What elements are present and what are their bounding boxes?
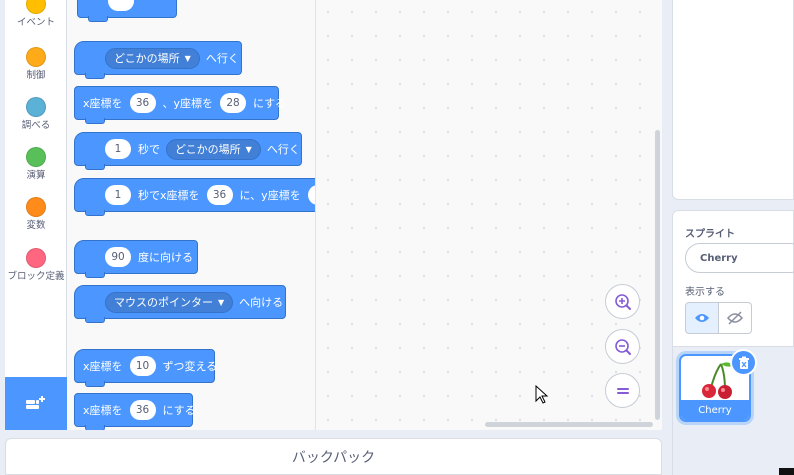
category-events[interactable]: イベント [5,0,67,30]
block-input[interactable] [108,0,134,11]
block-text: 秒でx座標を [138,189,200,202]
block-goto-xy[interactable]: x座標を 36 、y座標を 28 にする [74,86,286,124]
sprite-name-text: Cherry [698,404,732,416]
operators-dot-icon [26,147,46,167]
block-text: にする [162,404,196,417]
zoom-out-icon [614,338,631,355]
block-text: へ向ける [239,296,284,309]
x-input[interactable]: 36 [206,185,233,205]
backpack-header[interactable]: バックパック [5,438,662,475]
sensing-dot-icon [26,97,46,117]
variables-dot-icon [26,197,46,217]
vertical-scrollbar[interactable] [655,130,660,420]
block-text: にする [253,97,287,110]
block-text: ずつ変える [162,360,218,373]
category-label: ブロック定義 [7,271,65,282]
backpack-label: バックパック [291,449,376,466]
sprite-thumbnail-name: Cherry [681,400,749,420]
category-menu: イベント 制御 調べる 演算 変数 ブロック定義 [5,0,67,430]
category-operators[interactable]: 演算 [5,147,67,183]
category-label: イベント [16,17,55,28]
set-x-input[interactable]: 36 [129,400,156,420]
category-sensing[interactable]: 調べる [5,97,67,133]
events-dot-icon [26,0,46,14]
horizontal-scrollbar[interactable] [485,422,653,427]
dropdown-arrow-icon: ▼ [184,53,191,63]
zoom-reset-button[interactable] [605,373,640,408]
block-point-towards[interactable]: マウスのポインター ▼ へ向ける [74,285,286,323]
goto-target-dropdown[interactable]: どこかの場所 ▼ [105,47,200,69]
category-control[interactable]: 制御 [5,47,67,83]
dropdown-value: どこかの場所 [175,143,241,156]
secs-input[interactable]: 1 [105,139,131,159]
add-extension-button[interactable] [5,377,67,430]
block-change-x[interactable]: x座標を 10 ずつ変える [74,349,217,387]
category-label: 演算 [26,170,46,181]
zoom-in-button[interactable] [605,284,640,319]
stage-panel [672,0,794,200]
category-variables[interactable]: 変数 [5,197,67,233]
category-label: 制御 [26,70,46,81]
show-sprite-button[interactable] [685,302,719,334]
block-glide-to[interactable]: 1 秒で どこかの場所 ▼ へ行く [74,132,302,170]
sprite-name-input[interactable]: Cherry [685,243,794,273]
category-label: 変数 [26,220,46,231]
dropdown-value: マウスのポインター [114,296,213,309]
block-text: へ行く [205,52,239,65]
category-my-blocks[interactable]: ブロック定義 [5,248,67,284]
block-goto[interactable]: どこかの場所 ▼ へ行く [74,41,242,79]
y-input[interactable]: 28 [220,93,247,113]
block-text: x座標を [83,97,123,110]
add-extension-icon [26,395,45,409]
change-x-input[interactable]: 10 [129,356,156,376]
hide-sprite-button[interactable] [718,302,752,334]
script-area[interactable] [316,0,662,430]
dropdown-arrow-icon: ▼ [218,297,225,307]
show-label: 表示する [685,287,725,298]
block-text: x座標を [83,360,123,373]
block-text: へ行く [266,143,300,156]
sprite-info-panel: スプライト Cherry 表示する [672,210,794,347]
y-input[interactable]: 2 [307,185,315,205]
block-set-x[interactable]: x座標を 36 にする [74,393,196,430]
zoom-in-icon [614,293,631,310]
block-partial[interactable] [77,0,177,22]
x-input[interactable]: 36 [129,93,156,113]
category-label: 調べる [21,120,51,131]
block-glide-xy[interactable]: 1 秒でx座標を 36 に、y座標を 2 [74,178,315,216]
block-text: に、y座標を [239,189,301,202]
mouse-cursor-icon [535,385,549,404]
block-text: 、y座標を [162,97,214,110]
point-towards-dropdown[interactable]: マウスのポインター ▼ [105,291,234,313]
scratch-editor: イベント 制御 調べる 演算 変数 ブロック定義 どこかの場所 ▼ へ行く x座… [0,0,794,475]
window-edge [779,468,794,475]
sprite-name-value: Cherry [700,252,738,264]
block-point-in-direction[interactable]: 90 度に向ける [74,240,198,278]
control-dot-icon [26,47,46,67]
block-text: 秒で [138,143,160,156]
sprite-info-title: スプライト [685,229,735,240]
dropdown-value: どこかの場所 [114,52,180,65]
eye-slash-icon [727,311,743,325]
my-blocks-dot-icon [26,248,46,268]
secs-input[interactable]: 1 [105,185,131,205]
block-palette: どこかの場所 ▼ へ行く x座標を 36 、y座標を 28 にする 1 秒で ど… [67,0,316,430]
degrees-input[interactable]: 90 [105,247,131,267]
glide-target-dropdown[interactable]: どこかの場所 ▼ [166,138,261,160]
block-text: 度に向ける [138,251,193,264]
block-text: x座標を [83,404,123,417]
zoom-reset-icon [616,387,629,394]
zoom-out-button[interactable] [605,329,640,364]
trash-icon [738,356,749,369]
eye-icon [695,314,709,322]
delete-sprite-button[interactable] [730,349,757,376]
dropdown-arrow-icon: ▼ [245,144,252,154]
